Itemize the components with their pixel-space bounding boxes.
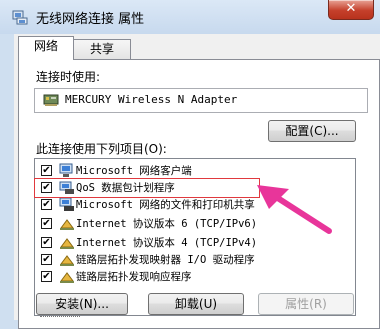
adapter-name: MERCURY Wireless N Adapter (65, 93, 238, 106)
highlight-box (34, 178, 260, 198)
list-item[interactable]: ✔ 链路层拓扑发现响应程序 (35, 268, 355, 285)
title-bar: 无线网络连接 属性 ✕ (0, 0, 380, 34)
file-printer-sharing-icon (59, 197, 74, 211)
checkbox[interactable]: ✔ (41, 165, 52, 176)
checkbox[interactable]: ✔ (41, 271, 52, 282)
bottom-divider (40, 316, 80, 319)
protocol-icon (60, 272, 74, 283)
configure-button[interactable]: 配置(C)... (268, 120, 356, 142)
properties-button[interactable]: 属性(R) (258, 293, 354, 315)
install-button[interactable]: 安装(N)... (36, 293, 128, 315)
network-window-icon (12, 10, 28, 25)
tab-sharing[interactable]: 共享 (73, 39, 131, 60)
close-button[interactable]: ✕ (328, 0, 374, 20)
list-item[interactable]: ✔ 链路层拓扑发现映射器 I/O 驱动程序 (35, 251, 355, 268)
network-client-icon (59, 163, 73, 177)
window-title: 无线网络连接 属性 (36, 12, 145, 27)
annotation-arrow-icon (257, 185, 332, 234)
connect-using-label: 连接时使用: (36, 70, 101, 84)
checkbox[interactable]: ✔ (41, 237, 52, 248)
adapter-field: MERCURY Wireless N Adapter (34, 88, 368, 113)
close-icon: ✕ (345, 1, 357, 16)
properties-dialog: 网络 共享 连接时使用: MERCURY Wireless N Adapter … (14, 34, 380, 329)
items-label: 此连接使用下列项目(O): (36, 142, 167, 156)
protocol-icon (60, 219, 74, 230)
network-adapter-icon (43, 94, 59, 106)
list-item[interactable]: ✔ Microsoft 网络客户端 (35, 162, 355, 179)
checkbox[interactable]: ✔ (41, 218, 52, 229)
uninstall-button[interactable]: 卸载(U) (148, 293, 244, 315)
tab-network[interactable]: 网络 (18, 36, 74, 60)
protocol-icon (60, 238, 74, 249)
protocol-icon (60, 255, 74, 266)
checkbox[interactable]: ✔ (41, 254, 52, 265)
checkbox[interactable]: ✔ (41, 199, 52, 210)
